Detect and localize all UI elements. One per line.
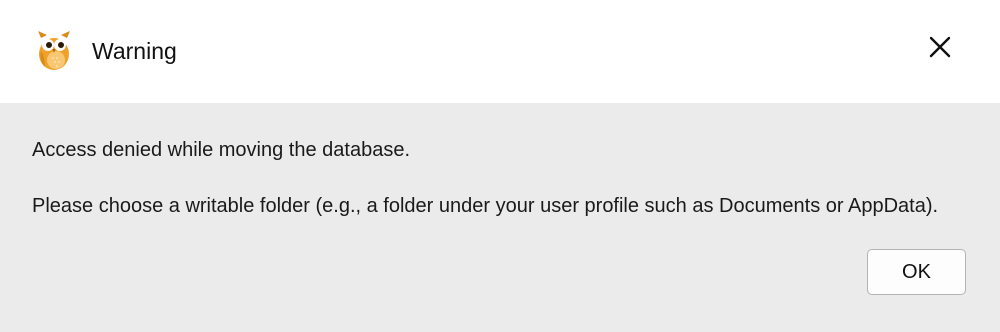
ok-button[interactable]: OK — [867, 249, 966, 295]
owl-icon — [36, 29, 72, 71]
message-line-1: Access denied while moving the database. — [32, 139, 411, 161]
dialog-message: Access denied while moving the database.… — [32, 137, 982, 219]
close-button[interactable] — [918, 27, 962, 71]
warning-dialog: Warning Access denied while moving the d… — [0, 0, 1000, 332]
dialog-title: Warning — [92, 38, 177, 64]
message-line-2: Please choose a writable folder (e.g., a… — [32, 195, 939, 217]
dialog-titlebar: Warning — [0, 0, 1000, 103]
close-icon — [928, 35, 952, 64]
